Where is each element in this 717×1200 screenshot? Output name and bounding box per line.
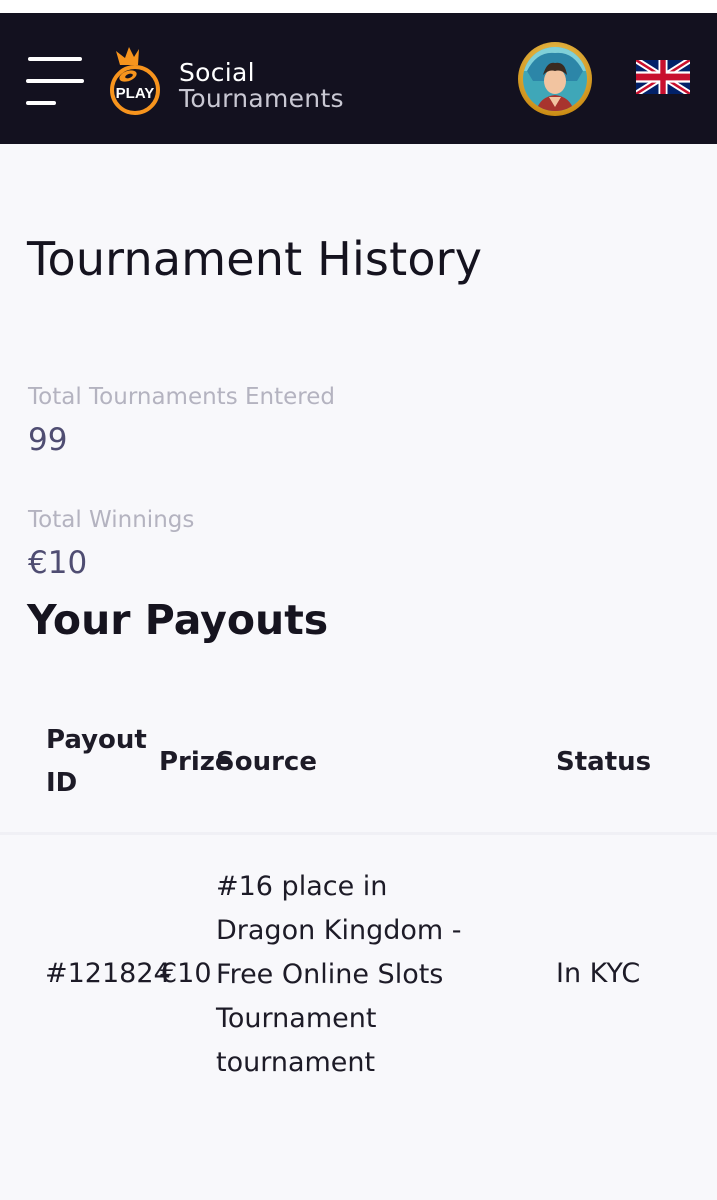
column-header-payout-id-line1: Payout: [46, 725, 147, 755]
payouts-title: Your Payouts: [27, 596, 329, 644]
column-header-source: Source: [216, 747, 317, 777]
total-tournaments-label: Total Tournaments Entered: [28, 384, 335, 410]
brand-line-tournaments: Tournaments: [179, 84, 344, 113]
pragmatic-play-logo[interactable]: PLAY: [106, 43, 164, 117]
total-tournaments-value: 99: [28, 422, 68, 458]
menu-line: [26, 79, 84, 83]
column-header-payout-id-line2: ID: [46, 768, 78, 798]
menu-line: [28, 57, 82, 61]
menu-line: [26, 101, 56, 105]
source-line: #16 place in: [216, 871, 388, 902]
column-header-status: Status: [556, 747, 652, 777]
payout-id-cell: #121824: [45, 958, 171, 989]
source-line: tournament: [216, 1047, 376, 1078]
total-winnings-label: Total Winnings: [28, 507, 195, 533]
user-avatar[interactable]: [517, 41, 593, 117]
page-title: Tournament History: [27, 232, 483, 286]
table-divider: [0, 832, 717, 835]
total-winnings-value: €10: [28, 545, 88, 581]
brand-name: Social Tournaments: [179, 60, 344, 112]
source-line: Tournament: [216, 1003, 377, 1034]
prize-cell: €10: [160, 958, 212, 989]
status-strip: [0, 0, 717, 13]
source-cell: #16 place in Dragon Kingdom - Free Onlin…: [216, 865, 511, 1085]
brand-line-social: Social: [179, 58, 255, 87]
source-line: Dragon Kingdom -: [216, 915, 462, 946]
top-navbar: PLAY Social Tournaments: [0, 13, 717, 144]
logo-text: PLAY: [116, 85, 155, 102]
status-cell: In KYC: [556, 958, 641, 989]
source-line: Free Online Slots: [216, 959, 444, 990]
column-header-payout-id: Payout ID: [46, 719, 147, 805]
uk-flag-icon[interactable]: [636, 60, 690, 94]
hamburger-menu-icon[interactable]: [26, 57, 84, 107]
